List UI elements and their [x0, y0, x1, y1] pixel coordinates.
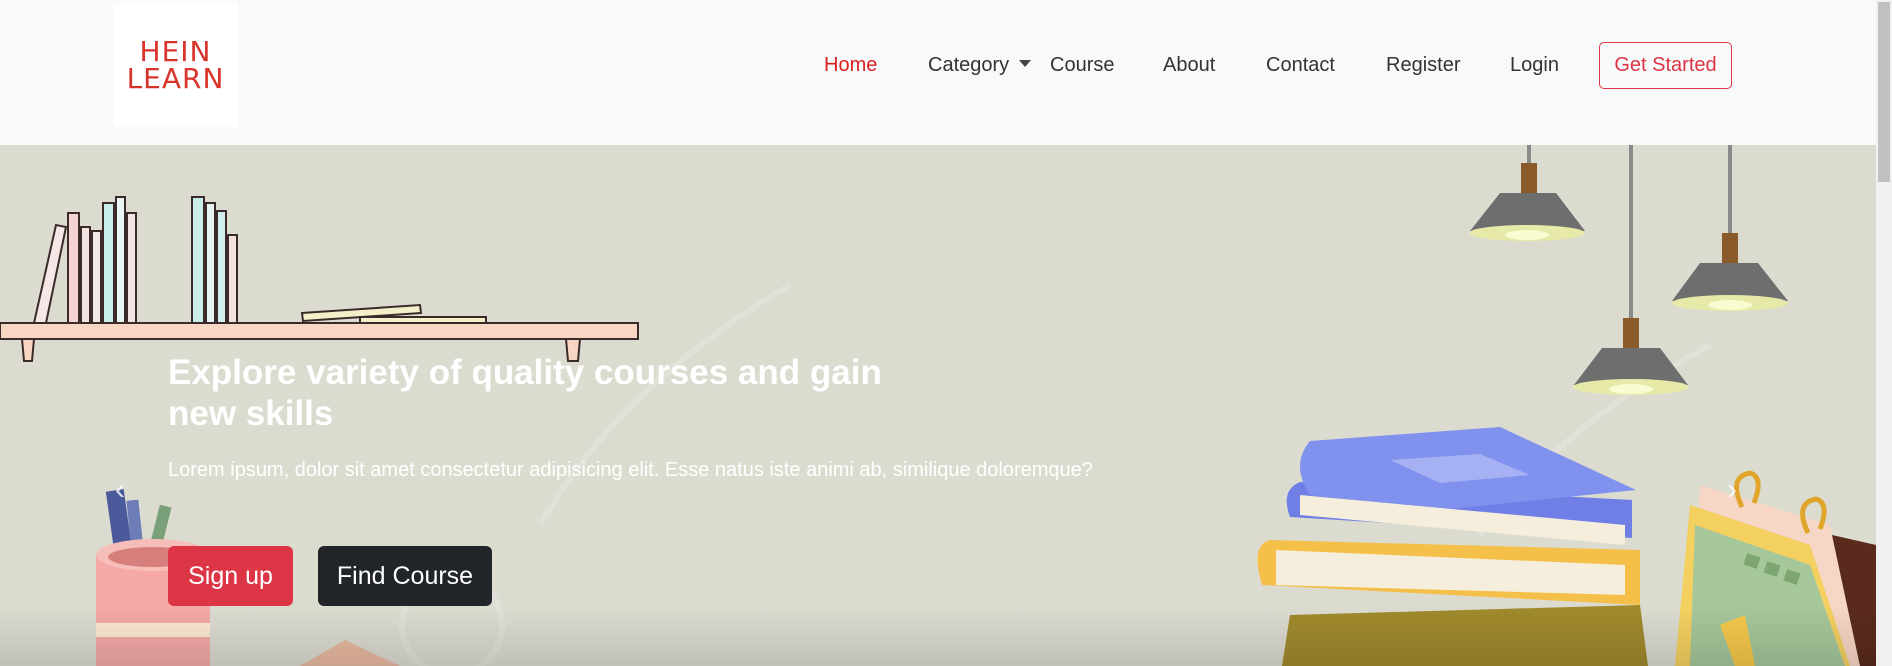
hero-bottom-shade: [0, 606, 1876, 666]
chevron-right-icon: ›: [1727, 473, 1737, 506]
nav-link-course[interactable]: Course: [1050, 54, 1114, 77]
bookshelf-illustration: [0, 196, 639, 362]
brand-logo[interactable]: HEIN LEARN: [113, 3, 238, 127]
lamps-illustration: [1469, 145, 1788, 395]
carousel-prev-button[interactable]: ‹: [108, 470, 132, 510]
hero-title: Explore variety of quality courses and g…: [168, 353, 882, 433]
caret-down-icon: [1019, 60, 1032, 67]
navbar: HEIN LEARN Home Category Course About Co…: [0, 0, 1876, 145]
brand-logo-line2: LEARN: [126, 62, 225, 95]
scrollbar-thumb[interactable]: [1878, 2, 1890, 182]
get-started-button[interactable]: Get Started: [1599, 42, 1732, 89]
nav-link-login[interactable]: Login: [1510, 54, 1559, 77]
nav-link-category-label: Category: [928, 54, 1010, 76]
page-scrollbar[interactable]: [1876, 0, 1892, 666]
signup-button[interactable]: Sign up: [168, 546, 293, 606]
chevron-left-icon: ‹: [115, 473, 125, 506]
nav-link-register[interactable]: Register: [1386, 54, 1460, 77]
find-course-button[interactable]: Find Course: [318, 546, 492, 606]
hero-carousel: Explore variety of quality courses and g…: [0, 145, 1876, 666]
nav-link-about[interactable]: About: [1163, 54, 1215, 77]
brand-logo-line1: HEIN: [139, 35, 212, 68]
nav-link-contact[interactable]: Contact: [1266, 54, 1335, 77]
hero-subtitle: Lorem ipsum, dolor sit amet consectetur …: [168, 459, 1093, 481]
nav-link-home[interactable]: Home: [824, 54, 877, 77]
carousel-next-button[interactable]: ›: [1720, 470, 1744, 510]
nav-link-category[interactable]: Category: [928, 54, 1032, 77]
